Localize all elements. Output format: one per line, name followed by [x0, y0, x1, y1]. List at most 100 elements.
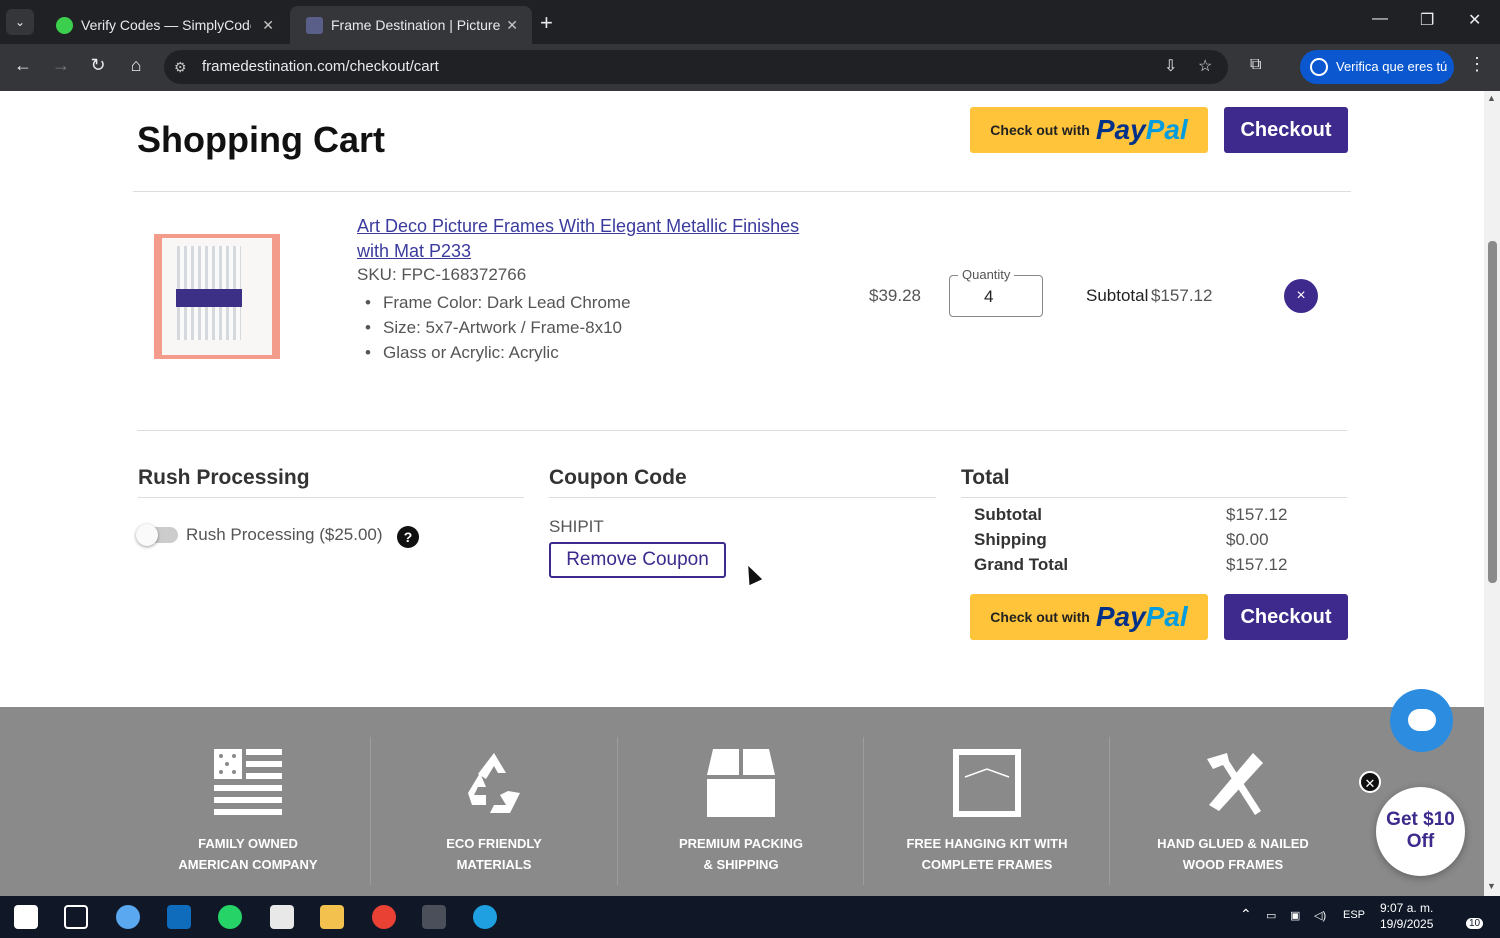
unit-price: $39.28 [869, 286, 921, 305]
close-tab-icon[interactable]: ✕ [506, 17, 518, 34]
edge-icon[interactable] [473, 905, 497, 929]
browser-tab-bar: ⌄ Verify Codes — SimplyCodes ✕ Frame Des… [0, 0, 1500, 44]
feature-hand-glued: HAND GLUED & NAILED WOOD FRAMES [1110, 737, 1356, 887]
extensions-icon[interactable]: ⧉ [1250, 56, 1261, 74]
tray-chevron-icon[interactable]: ⌃ [1240, 906, 1252, 923]
tab-title: Frame Destination | Picture Fran [331, 17, 501, 33]
quantity-field[interactable]: Quantity 4 [949, 267, 1043, 317]
paypal-logo-pal: Pal [1145, 114, 1188, 145]
total-value: $0.00 [1226, 530, 1269, 549]
features-band: FAMILY OWNED AMERICAN COMPANY ECO FRIENDL… [0, 707, 1484, 896]
feature-line: FAMILY OWNED [198, 836, 298, 851]
checkout-button-bottom[interactable]: Checkout [1224, 594, 1348, 640]
paypal-checkout-button-bottom[interactable]: Check out with Pay Pal [970, 594, 1208, 640]
paypal-checkout-button-top[interactable]: Check out with Pay Pal [970, 107, 1208, 153]
product-name-link[interactable]: Art Deco Picture Frames With Elegant Met… [357, 214, 827, 264]
network-icon[interactable]: ▭ [1266, 909, 1276, 922]
outlook-icon[interactable] [167, 905, 191, 929]
rush-label: Rush Processing ($25.00) [186, 525, 383, 544]
divider [961, 497, 1347, 498]
frame-icon [953, 749, 1021, 817]
page-scrollbar[interactable]: ▲ ▼ [1484, 91, 1500, 896]
feature-line: FREE HANGING KIT WITH [906, 836, 1068, 851]
new-tab-button[interactable]: + [540, 10, 553, 36]
paypal-logo-pay: Pay [1095, 601, 1146, 632]
file-explorer-icon[interactable] [320, 905, 344, 929]
volume-icon[interactable]: ◁) [1314, 909, 1326, 922]
scrollbar-thumb[interactable] [1488, 241, 1497, 583]
feature-eco-friendly: ECO FRIENDLY MATERIALS [371, 737, 617, 887]
help-icon[interactable]: ? [397, 526, 419, 548]
feature-line: MATERIALS [456, 857, 532, 872]
paypal-logo-pal: Pal [1145, 601, 1188, 632]
product-attributes: Frame Color: Dark Lead Chrome Size: 5x7-… [365, 290, 631, 365]
attr-glass: Glass or Acrylic: Acrylic [365, 340, 631, 365]
feature-line: & SHIPPING [703, 857, 779, 872]
divider [133, 191, 1351, 192]
chat-widget-button[interactable] [1390, 689, 1453, 752]
rush-heading: Rush Processing [138, 466, 310, 489]
app-icon[interactable] [422, 905, 446, 929]
artwork-band [176, 289, 242, 307]
browser-menu-icon[interactable]: ⋮ [1468, 54, 1486, 75]
quantity-label: Quantity [958, 267, 1015, 282]
restore-icon[interactable]: ❐ [1420, 10, 1434, 30]
page-title: Shopping Cart [137, 119, 385, 160]
minimize-icon[interactable]: — [1372, 10, 1388, 28]
store-icon[interactable] [270, 905, 294, 929]
notifications-button[interactable]: 10 [1458, 904, 1484, 930]
total-label: Subtotal [974, 505, 1042, 524]
browser-toolbar: ← → ↻ ⌂ ⚙ framedestination.com/checkout/… [0, 44, 1500, 91]
remove-coupon-button[interactable]: Remove Coupon [549, 542, 726, 578]
scroll-down-arrow-icon[interactable]: ▼ [1487, 881, 1496, 891]
framedestination-favicon-icon [306, 16, 323, 34]
coupon-heading: Coupon Code [549, 466, 687, 489]
close-window-icon[interactable]: ✕ [1468, 10, 1481, 30]
address-bar[interactable]: ⚙ framedestination.com/checkout/cart ⇩ ☆ [164, 50, 1228, 84]
url-text: framedestination.com/checkout/cart [202, 58, 439, 75]
promo-get-10-off-button[interactable]: Get $10 Off [1376, 787, 1465, 876]
back-icon[interactable]: ← [11, 55, 35, 76]
feature-line: AMERICAN COMPANY [178, 857, 318, 872]
bookmark-star-icon[interactable]: ☆ [1198, 50, 1212, 84]
feature-hanging-kit: FREE HANGING KIT WITH COMPLETE FRAMES [864, 737, 1110, 887]
remove-item-button[interactable]: × [1284, 279, 1318, 313]
page-content: Shopping Cart Check out with Pay Pal Chec… [0, 91, 1484, 896]
chrome-icon[interactable] [372, 905, 396, 929]
feature-line: PREMIUM PACKING [679, 836, 803, 851]
scroll-up-arrow-icon[interactable]: ▲ [1487, 93, 1496, 103]
verify-label: Verifica que eres tú [1336, 59, 1448, 74]
install-app-icon[interactable]: ⇩ [1164, 50, 1177, 84]
product-thumbnail[interactable] [154, 234, 280, 359]
clock[interactable]: 9:07 a. m. 19/9/2025 [1380, 900, 1433, 932]
forward-icon[interactable]: → [49, 55, 73, 76]
feature-line: HAND GLUED & NAILED [1157, 836, 1309, 851]
total-value: $157.12 [1226, 555, 1288, 574]
windows-start-icon[interactable] [14, 905, 38, 929]
close-tab-icon[interactable]: ✕ [262, 17, 274, 34]
toggle-knob [136, 524, 158, 546]
total-label: Shipping [974, 530, 1047, 549]
verify-profile-button[interactable]: Verifica que eres tú [1300, 50, 1454, 84]
feature-family-owned: FAMILY OWNED AMERICAN COMPANY [125, 737, 371, 887]
checkout-button-top[interactable]: Checkout [1224, 107, 1348, 153]
copilot-icon[interactable] [116, 905, 140, 929]
site-info-icon[interactable]: ⚙ [174, 50, 187, 84]
whatsapp-icon[interactable] [218, 905, 242, 929]
close-promo-icon[interactable]: ✕ [1359, 771, 1381, 793]
clock-time: 9:07 a. m. [1380, 901, 1434, 915]
tools-icon [1207, 753, 1263, 815]
tab-frame-destination[interactable]: Frame Destination | Picture Fran ✕ [290, 6, 532, 44]
tab-search-button[interactable]: ⌄ [6, 9, 34, 35]
display-icon[interactable]: ▣ [1290, 909, 1300, 922]
divider [137, 430, 1347, 431]
reload-icon[interactable]: ↻ [86, 55, 110, 76]
task-view-icon[interactable] [64, 905, 88, 929]
rush-toggle[interactable] [136, 524, 178, 546]
language-indicator[interactable]: ESP [1343, 909, 1365, 921]
box-icon [707, 749, 775, 817]
feature-line: ECO FRIENDLY [446, 836, 542, 851]
home-icon[interactable]: ⌂ [124, 55, 148, 76]
tab-simplycodes[interactable]: Verify Codes — SimplyCodes ✕ [40, 6, 288, 44]
clock-date: 19/9/2025 [1380, 917, 1434, 931]
